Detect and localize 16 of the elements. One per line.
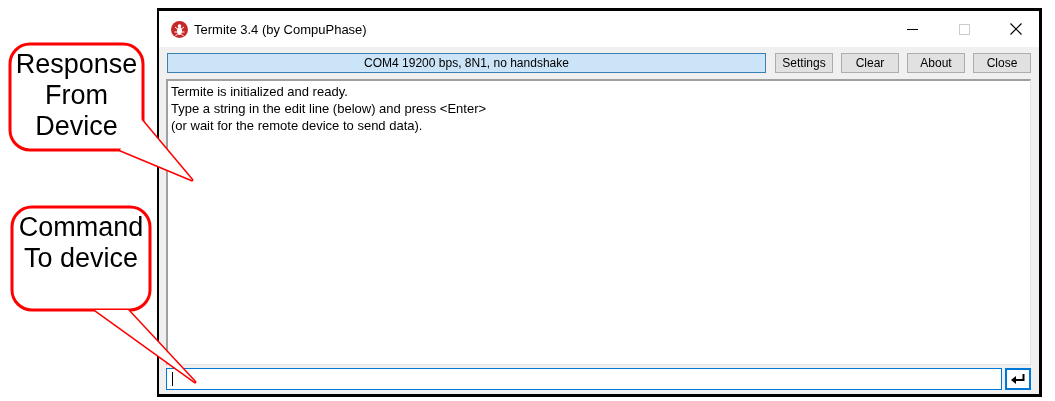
output-line: Type a string in the edit line (below) and press <Enter> (171, 100, 488, 117)
toolbar-button[interactable]: Close (973, 53, 1031, 73)
callout-text: Response From Device (15, 49, 138, 142)
toolbar-button[interactable]: Settings (775, 53, 833, 73)
minimize-icon[interactable] (906, 28, 918, 30)
send-button[interactable] (1005, 368, 1031, 390)
close-icon[interactable] (1010, 23, 1022, 35)
callout-text: Command To device (18, 212, 144, 274)
window-title: Termite 3.4 (by CompuPhase) (194, 21, 368, 37)
enter-icon (1011, 374, 1025, 384)
toolbar-button[interactable]: About (907, 53, 965, 73)
output-line: Termite is initialized and ready. (171, 83, 349, 100)
toolbar-button[interactable]: Clear (841, 53, 899, 73)
output-line: (or wait for the remote device to send data). (171, 117, 424, 134)
bug-icon (171, 20, 188, 38)
connection-status: COM4 19200 bps, 8N1, no handshake (167, 53, 766, 73)
